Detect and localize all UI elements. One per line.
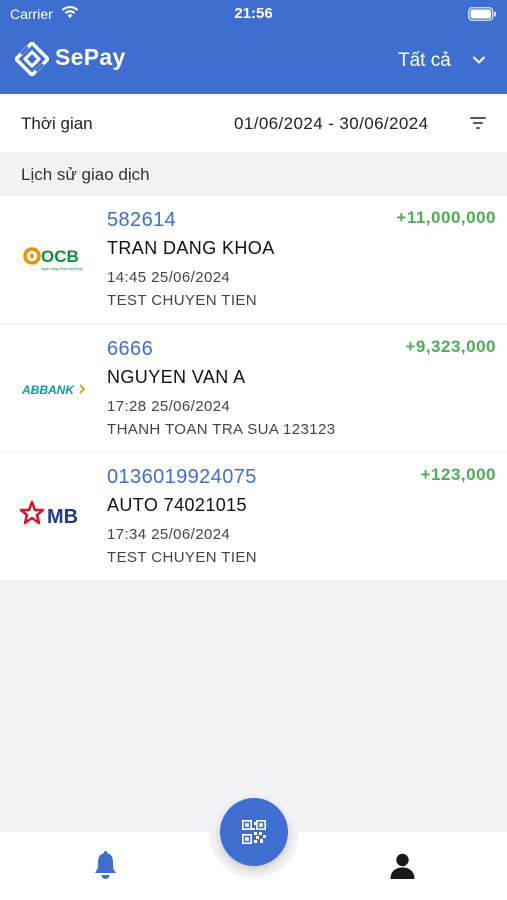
ocb-logo-text: OCB — [41, 247, 79, 266]
sepay-logo-icon — [15, 42, 49, 76]
mb-bank-logo: MB — [19, 500, 78, 528]
abbank-logo-text: ABBANK — [21, 383, 75, 397]
transaction-name: NGUYEN VAN A — [107, 367, 246, 387]
transaction-name: TRAN DANG KHOA — [107, 238, 275, 258]
transaction-datetime: 17:34 25/06/2024 — [107, 526, 231, 543]
battery-icon — [468, 7, 496, 21]
app-name: SePay — [55, 44, 126, 70]
app-header: SePay Tất cả — [0, 28, 507, 94]
account-filter-dropdown[interactable]: Tất cả — [396, 46, 496, 76]
transaction-content: TEST CHUYEN TIEN — [107, 292, 258, 309]
transaction-datetime: 14:45 25/06/2024 — [107, 269, 231, 286]
user-icon[interactable] — [390, 853, 415, 879]
transaction-card[interactable]: OCB Ngân hàng Phương Đông 582614 TRAN DA… — [0, 196, 507, 323]
abbank-logo: ABBANK — [21, 383, 86, 397]
transaction-account: 6666 — [107, 338, 154, 360]
chevron-down-icon — [473, 56, 485, 64]
mb-logo-text: MB — [47, 506, 78, 528]
transaction-card[interactable]: ABBANK 6666 NGUYEN VAN A 17:28 25/06/202… — [0, 325, 507, 452]
transaction-account: 0136019924075 — [107, 466, 257, 488]
ocb-bank-logo: OCB Ngân hàng Phương Đông — [23, 247, 82, 271]
transaction-amount: +11,000,000 — [396, 208, 496, 227]
filter-icon[interactable] — [470, 116, 486, 130]
transaction-card[interactable]: MB 0136019924075 AUTO 74021015 17:34 25/… — [0, 453, 507, 580]
qr-scan-button[interactable] — [220, 798, 288, 866]
time-label: Thời gian — [21, 114, 93, 133]
transaction-content: THANH TOAN TRA SUA 123123 — [107, 421, 336, 438]
clock-time: 21:56 — [234, 5, 273, 22]
transaction-name: AUTO 74021015 — [107, 495, 247, 515]
transaction-content: TEST CHUYEN TIEN — [107, 549, 258, 566]
transaction-datetime: 17:28 25/06/2024 — [107, 398, 231, 415]
time-filter-row[interactable]: Thời gian 01/06/2024 - 30/06/2024 — [0, 94, 507, 152]
bell-icon[interactable] — [93, 851, 118, 880]
transaction-amount: +9,323,000 — [405, 337, 496, 356]
date-range-value[interactable]: 01/06/2024 - 30/06/2024 — [234, 114, 428, 134]
ocb-logo-tagline: Ngân hàng Phương Đông — [41, 267, 82, 271]
history-section-title: Lịch sử giao dịch — [21, 165, 150, 184]
qr-code-icon — [242, 820, 266, 844]
status-bar: Carrier 21:56 — [0, 0, 507, 28]
transaction-account: 582614 — [107, 209, 177, 231]
transaction-amount: +123,000 — [420, 465, 496, 484]
filter-selected-label: Tất cả — [398, 50, 451, 71]
